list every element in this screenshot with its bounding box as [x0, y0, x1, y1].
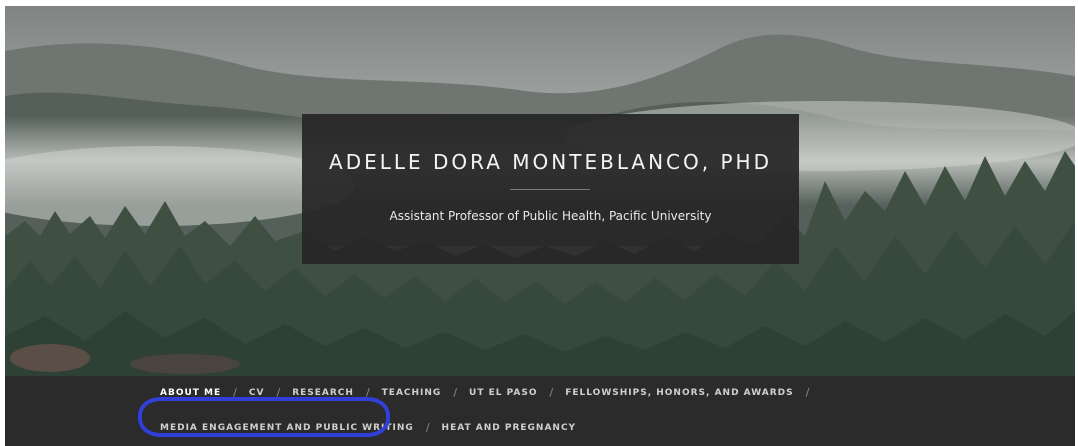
header-image: ADELLE DORA MONTEBLANCO, PHD Assistant P… — [5, 6, 1075, 376]
main-navigation: ABOUT ME / CV / RESEARCH / TEACHING / UT… — [5, 376, 1075, 446]
nav-item-research[interactable]: RESEARCH — [292, 388, 354, 398]
site-title[interactable]: ADELLE DORA MONTEBLANCO, PHD — [302, 150, 799, 174]
nav-separator: / — [233, 386, 237, 399]
title-divider — [510, 189, 590, 190]
nav-row-2: MEDIA ENGAGEMENT AND PUBLIC WRITING / HE… — [160, 421, 576, 434]
nav-item-media-engagement[interactable]: MEDIA ENGAGEMENT AND PUBLIC WRITING — [160, 423, 414, 433]
nav-separator: / — [365, 386, 370, 399]
nav-item-teaching[interactable]: TEACHING — [382, 388, 442, 398]
nav-separator: / — [276, 386, 281, 399]
nav-item-cv[interactable]: CV — [249, 388, 265, 398]
nav-item-ut-el-paso[interactable]: UT EL PASO — [469, 388, 537, 398]
nav-item-heat-and-pregnancy[interactable]: HEAT AND PREGNANCY — [442, 423, 577, 433]
nav-separator: / — [453, 386, 458, 399]
site-tagline: Assistant Professor of Public Health, Pa… — [389, 209, 712, 223]
nav-separator: / — [425, 421, 430, 434]
nav-item-about-me[interactable]: ABOUT ME — [160, 388, 221, 398]
site-frame: ADELLE DORA MONTEBLANCO, PHD Assistant P… — [5, 6, 1075, 446]
nav-item-fellowships-honors-awards[interactable]: FELLOWSHIPS, HONORS, AND AWARDS — [565, 388, 793, 398]
nav-separator: / — [549, 386, 554, 399]
nav-row-1: ABOUT ME / CV / RESEARCH / TEACHING / UT… — [160, 386, 821, 399]
title-box: ADELLE DORA MONTEBLANCO, PHD Assistant P… — [302, 114, 799, 264]
nav-separator: / — [805, 386, 810, 399]
